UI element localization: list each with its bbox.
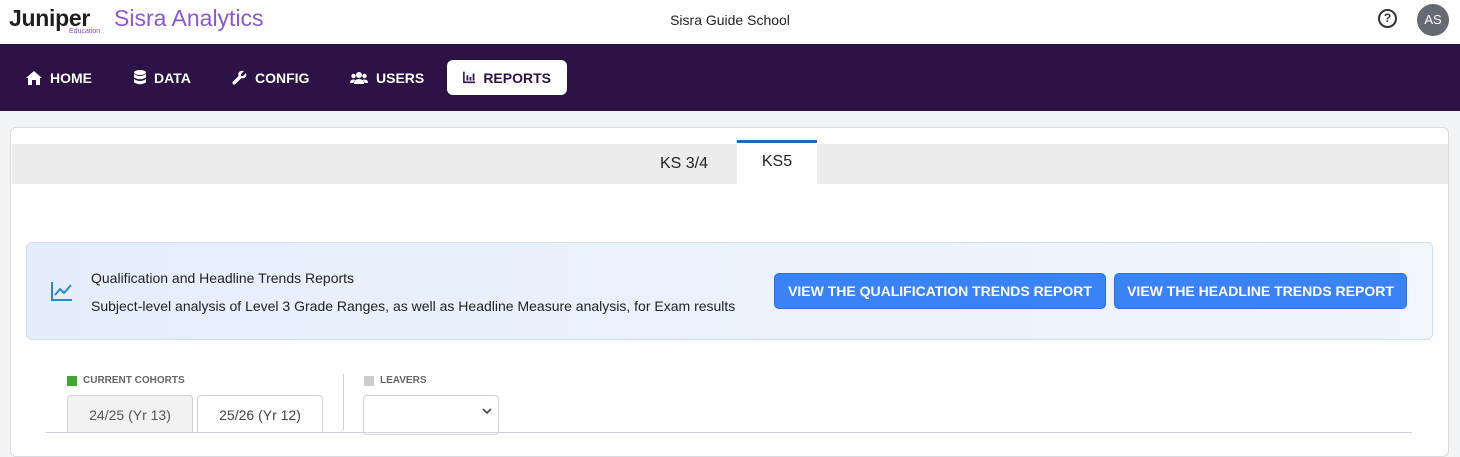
leavers-label: LEAVERS <box>364 375 427 386</box>
trends-banner: Qualification and Headline Trends Report… <box>26 242 1433 340</box>
cohort-button-yr12[interactable]: 25/26 (Yr 12) <box>197 395 323 433</box>
current-cohorts-swatch <box>67 375 77 386</box>
reports-card: KS 3/4 KS5 Qualification and Headline Tr… <box>10 127 1449 457</box>
leavers-text: LEAVERS <box>380 375 427 386</box>
cohort-divider <box>343 374 344 430</box>
trend-line-icon <box>51 282 72 301</box>
chevron-down-icon <box>482 408 492 415</box>
brand-sub: Education <box>69 28 101 35</box>
content-panel-border <box>46 432 1412 433</box>
tab-ks5[interactable]: KS5 <box>737 140 817 184</box>
help-icon[interactable]: ? <box>1378 9 1397 28</box>
nav-users[interactable]: USERS <box>350 60 424 95</box>
database-icon <box>134 70 146 85</box>
school-name: Sisra Guide School <box>670 12 790 28</box>
leavers-select[interactable] <box>363 395 499 435</box>
nav-data-label: DATA <box>154 69 191 86</box>
nav-data[interactable]: DATA <box>134 60 191 95</box>
home-icon <box>26 70 42 85</box>
nav-home-label: HOME <box>50 69 92 86</box>
current-cohorts-text: CURRENT COHORTS <box>83 375 185 386</box>
chart-icon <box>463 71 476 84</box>
banner-title: Qualification and Headline Trends Report… <box>91 270 355 286</box>
view-headline-trends-button[interactable]: VIEW THE HEADLINE TRENDS REPORT <box>1114 273 1407 309</box>
cohort-button-yr13[interactable]: 24/25 (Yr 13) <box>67 395 193 433</box>
current-cohorts-label: CURRENT COHORTS <box>67 375 185 386</box>
leavers-swatch <box>364 375 374 386</box>
users-icon <box>350 71 368 84</box>
top-bar: Juniper Education Sisra Analytics Sisra … <box>0 0 1460 44</box>
nav-users-label: USERS <box>376 69 425 86</box>
main-nav: HOME DATA CONFIG USERS REPORTS <box>0 44 1460 111</box>
avatar[interactable]: AS <box>1417 4 1449 36</box>
nav-reports[interactable]: REPORTS <box>447 60 567 95</box>
nav-config-label: CONFIG <box>255 69 310 86</box>
tab-ks34[interactable]: KS 3/4 <box>634 144 734 184</box>
wrench-icon <box>232 70 247 85</box>
view-qualification-trends-button[interactable]: VIEW THE QUALIFICATION TRENDS REPORT <box>774 273 1106 309</box>
banner-description: Subject-level analysis of Level 3 Grade … <box>91 298 736 314</box>
nav-config[interactable]: CONFIG <box>232 60 309 95</box>
nav-reports-label: REPORTS <box>483 69 551 86</box>
tab-strip: KS 3/4 KS5 <box>12 140 1448 184</box>
nav-home[interactable]: HOME <box>26 60 92 95</box>
